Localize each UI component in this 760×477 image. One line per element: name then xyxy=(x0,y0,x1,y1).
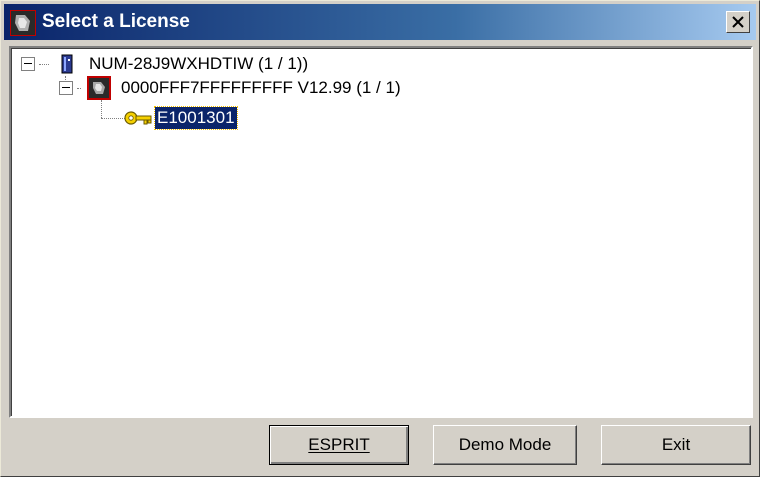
tree-connector xyxy=(77,87,81,89)
product-label[interactable]: 0000FFF7FFFFFFFFF V12.99 (1 / 1) xyxy=(119,77,403,99)
close-button[interactable] xyxy=(726,11,750,33)
exit-button[interactable]: Exit xyxy=(601,425,751,465)
demo-mode-button-label: Demo Mode xyxy=(458,435,552,454)
server-icon xyxy=(55,52,79,76)
license-tree[interactable]: NUM-28J9WXHDTIW (1 / 1)) 0000FFF7FFFFFFF… xyxy=(9,46,753,418)
app-icon xyxy=(10,10,36,36)
window-title: Select a License xyxy=(42,11,190,32)
demo-mode-button[interactable]: Demo Mode xyxy=(433,425,577,465)
esprit-app-icon xyxy=(87,76,111,100)
collapse-toggle[interactable] xyxy=(21,57,35,71)
server-label[interactable]: NUM-28J9WXHDTIW (1 / 1)) xyxy=(87,53,310,75)
esprit-button[interactable]: ESPRIT xyxy=(269,425,409,465)
tree-node-product[interactable]: 0000FFF7FFFFFFFFF V12.99 (1 / 1) xyxy=(59,76,403,100)
key-icon xyxy=(123,106,153,130)
tree-node-license[interactable]: E1001301 xyxy=(123,106,238,130)
license-label[interactable]: E1001301 xyxy=(154,106,238,130)
title-bar[interactable]: Select a License xyxy=(4,4,756,40)
license-dialog: Select a License NUM-28J9WXHDTIW (1 / 1)… xyxy=(0,0,760,477)
tree-connector xyxy=(101,100,102,118)
tree-connector xyxy=(39,63,49,65)
collapse-toggle[interactable] xyxy=(59,81,73,95)
tree-node-server[interactable]: NUM-28J9WXHDTIW (1 / 1)) xyxy=(21,52,310,76)
esprit-button-label: ESPRIT xyxy=(308,435,370,454)
close-icon xyxy=(732,12,744,32)
exit-button-label: Exit xyxy=(661,435,691,454)
tree-connector xyxy=(101,118,125,119)
